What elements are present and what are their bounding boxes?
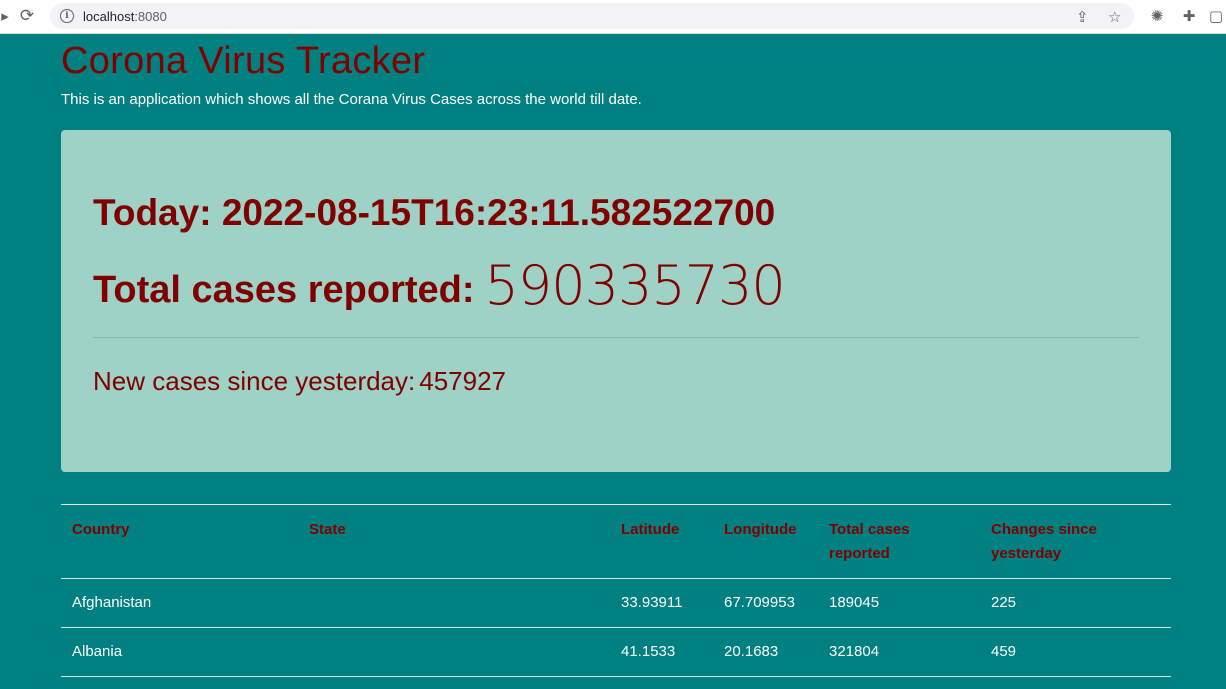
site-info-icon[interactable]: i	[60, 9, 74, 23]
header-country: Country	[61, 504, 298, 579]
cell-state	[298, 627, 610, 677]
cell-total-cases: 321804	[818, 627, 980, 677]
header-state: State	[298, 504, 610, 579]
browser-toolbar: ▸ ⟳ i localhost:8080 ⇪ ☆ ✺ ✚ ▢	[0, 0, 1226, 34]
table-row: Afghanistan 33.93911 67.709953 189045 22…	[61, 578, 1171, 628]
today-label: Today:	[93, 192, 212, 233]
cell-changes: 225	[980, 578, 1171, 628]
table-row: Albania 41.1533 20.1683 321804 459	[61, 627, 1171, 677]
new-cases-value: 457927	[419, 366, 507, 396]
total-cases-label: Total cases reported:	[93, 269, 475, 311]
extensions-puzzle-icon[interactable]: ✚	[1178, 0, 1200, 32]
total-cases-value: 590335730	[484, 254, 786, 317]
share-icon[interactable]: ⇪	[1076, 8, 1089, 26]
header-changes: Changes since yesterday	[980, 504, 1171, 579]
today-line: Today: 2022-08-15T16:23:11.582522700	[93, 192, 775, 234]
header-longitude: Longitude	[713, 504, 818, 579]
address-url[interactable]: localhost:8080	[83, 9, 167, 24]
summary-divider	[93, 337, 1139, 338]
page-title: Corona Virus Tracker	[61, 40, 426, 82]
reload-icon[interactable]: ⟳	[16, 0, 38, 32]
extension-bug-icon[interactable]: ✺	[1146, 0, 1168, 32]
cell-country: Albania	[61, 627, 298, 677]
cell-state	[298, 578, 610, 628]
cases-table: Country State Latitude Longitude Total c…	[61, 504, 1171, 677]
new-cases-label: New cases since yesterday:	[93, 366, 416, 396]
address-bar[interactable]: i localhost:8080 ⇪ ☆	[50, 3, 1134, 29]
page-subtitle: This is an application which shows all t…	[61, 91, 642, 108]
cell-total-cases: 189045	[818, 578, 980, 628]
side-panel-icon[interactable]: ▢	[1206, 0, 1226, 32]
header-latitude: Latitude	[610, 504, 713, 579]
total-cases-line: Total cases reported: 590335730	[93, 252, 786, 317]
new-cases-line: New cases since yesterday: 457927	[93, 366, 506, 397]
cell-country: Afghanistan	[61, 578, 298, 628]
cell-latitude: 41.1533	[610, 627, 713, 677]
cell-longitude: 67.709953	[713, 578, 818, 628]
cell-changes: 459	[980, 627, 1171, 677]
header-total-cases: Total cases reported	[818, 504, 980, 579]
page-content: Corona Virus Tracker This is an applicat…	[61, 34, 1171, 677]
table-header-row: Country State Latitude Longitude Total c…	[61, 504, 1171, 579]
cell-longitude: 20.1683	[713, 627, 818, 677]
today-value: 2022-08-15T16:23:11.582522700	[221, 192, 776, 233]
bookmark-star-icon[interactable]: ☆	[1108, 8, 1121, 26]
forward-icon[interactable]: ▸	[0, 0, 10, 32]
cell-latitude: 33.93911	[610, 578, 713, 628]
summary-panel: Today: 2022-08-15T16:23:11.582522700 Tot…	[61, 130, 1171, 472]
